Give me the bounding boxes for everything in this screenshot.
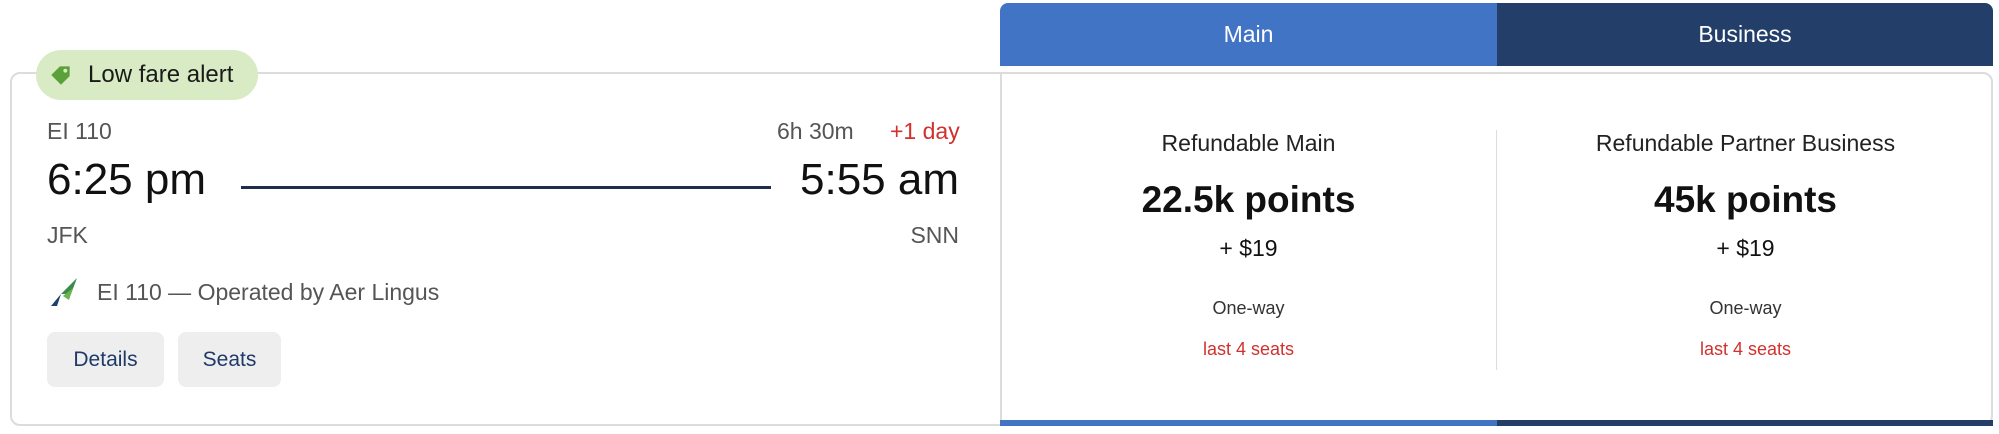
day-offset: +1 day: [890, 118, 960, 144]
seats-button[interactable]: Seats: [178, 332, 281, 387]
fare-trip-type: One-way: [1212, 298, 1285, 318]
tab-business[interactable]: Business: [1497, 3, 1993, 66]
operated-by-row: EI 110 — Operated by Aer Lingus: [47, 276, 439, 308]
main-fare-accent-bar: [1000, 420, 1497, 426]
route-line: [241, 186, 771, 189]
low-fare-alert-badge: Low fare alert: [36, 50, 258, 100]
tag-icon: [51, 66, 70, 85]
departure-airport-code: JFK: [47, 222, 88, 248]
fare-availability: last 4 seats: [1202, 339, 1295, 359]
fare-points: 22.5k points: [1141, 179, 1356, 220]
fare-title: Refundable Main: [1161, 130, 1336, 156]
business-fare-accent-bar: [1497, 420, 1993, 426]
fare-trip-type: One-way: [1709, 298, 1782, 318]
arrival-time: 5:55 am: [800, 155, 959, 204]
fare-title: Refundable Partner Business: [1595, 130, 1896, 156]
details-button[interactable]: Details: [47, 332, 164, 387]
fare-cash: + $19: [1716, 235, 1775, 261]
fare-points: 45k points: [1654, 179, 1837, 220]
fare-option-main[interactable]: Refundable Main 22.5k points + $19 One-w…: [1000, 130, 1497, 360]
arrival-airport-code: SNN: [910, 222, 959, 248]
operated-by-text: EI 110 — Operated by Aer Lingus: [97, 278, 440, 305]
departure-time: 6:25 pm: [47, 155, 206, 204]
tab-main[interactable]: Main: [1000, 3, 1497, 66]
low-fare-alert-label: Low fare alert: [88, 61, 234, 88]
flight-duration: 6h 30m: [777, 118, 854, 144]
fare-cash: + $19: [1219, 235, 1278, 261]
fare-option-business[interactable]: Refundable Partner Business 45k points +…: [1497, 130, 1994, 360]
aer-lingus-logo-icon: [51, 278, 77, 306]
fare-availability: last 4 seats: [1699, 339, 1792, 359]
flight-number: EI 110: [47, 118, 112, 144]
